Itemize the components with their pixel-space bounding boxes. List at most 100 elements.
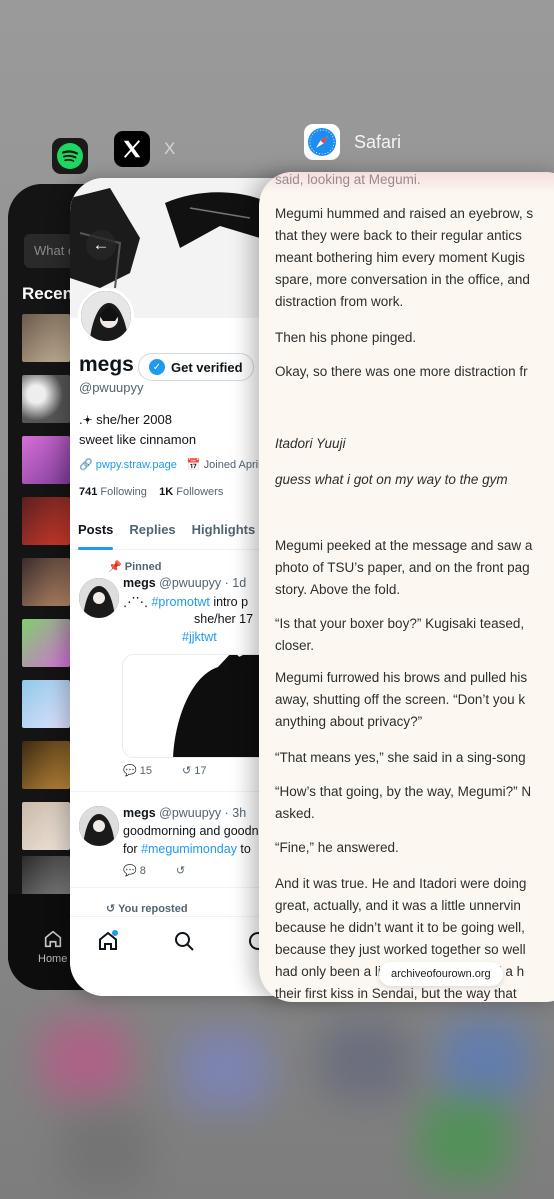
tweet-text-rest: intro p (209, 595, 249, 609)
safari-url-pill[interactable]: archiveofourown.org (379, 962, 503, 986)
x-logo-icon (114, 131, 150, 167)
text-line: guess what i got on my way to the gym (275, 472, 508, 487)
spotify-icon (52, 138, 88, 174)
tweet-actions: 💬 8 ↺ (123, 864, 185, 877)
safari-label-text: Safari (354, 131, 402, 152)
tweet-author[interactable]: megs @pwuupyy · 1d (123, 576, 246, 590)
tweet-handle-time: @pwuupyy · 3h (159, 806, 247, 820)
link-icon: 🔗 (79, 459, 93, 471)
back-arrow-icon[interactable]: ← (86, 230, 116, 260)
reposted-indicator: ↺ You reposted (106, 902, 188, 915)
spotify-home-tab[interactable]: Home (38, 928, 67, 965)
text-line: their first kiss in Sendai, but the way … (275, 986, 517, 1001)
reply-icon: 💬 (123, 765, 137, 777)
tweet-text-rest: to (236, 842, 251, 856)
text-line: that they were back to their regular ant… (275, 228, 522, 243)
album-cover[interactable] (22, 314, 70, 362)
tweet-author[interactable]: megs @pwuupyy · 3h (123, 806, 246, 820)
blurred-app-icon (320, 1020, 410, 1100)
text-line: “How’s that going, by the way, Megumi?” … (275, 784, 532, 799)
text-line: “Is that your boxer boy?” Kugisaki tease… (275, 616, 525, 631)
hashtag[interactable]: #jjktwt (182, 630, 217, 644)
text-line: great, actually, and it was a little unn… (275, 898, 521, 913)
tweet-text-line1: ⋰⋱ #promotwt intro p (123, 594, 248, 609)
reply-count: 15 (139, 765, 153, 777)
home-screen-blur (0, 1000, 554, 1199)
blurred-app-icon (440, 1020, 530, 1100)
tweet-author-name: megs (123, 576, 156, 590)
album-cover[interactable] (22, 680, 70, 728)
text-line: photo of TSU’s paper, and on the front p… (275, 560, 530, 575)
text-line: Then his phone pinged. (275, 330, 417, 345)
search-icon[interactable] (172, 929, 196, 953)
followers-link[interactable]: 1K Followers (159, 486, 223, 498)
tweet-text-line2: she/her 17 (194, 612, 254, 626)
tab-posts[interactable]: Posts (70, 514, 121, 550)
tweet-media-image[interactable] (122, 654, 282, 758)
safari-app-label[interactable]: Safari (304, 124, 401, 160)
text-line: anything about privacy?” (275, 714, 423, 729)
tab-highlights[interactable]: Highlights (184, 514, 264, 550)
text-line: Megumi furrowed his brows and pulled his (275, 670, 528, 685)
tweet-avatar[interactable] (79, 578, 119, 618)
tweet-avatar[interactable] (79, 806, 119, 846)
joined-date: 📅 Joined April (187, 458, 261, 471)
get-verified-button[interactable]: ✓ Get verified (138, 353, 254, 381)
profile-name: megs (79, 353, 134, 376)
profile-avatar[interactable] (78, 288, 134, 344)
text-line: “That means yes,” she said in a sing-son… (275, 750, 526, 765)
tweet-text-line2: for #megumimonday to (123, 842, 251, 856)
tweet-text-prefix: ⋰⋱ (123, 595, 152, 609)
tab-replies[interactable]: Replies (121, 514, 183, 550)
calendar-icon: 📅 (186, 459, 201, 471)
profile-bio-line2: sweet like cinnamon (79, 432, 197, 447)
tweet-text-prefix: for (123, 842, 142, 856)
safari-app-card[interactable]: said, looking at Megumi. Megumi hummed a… (259, 172, 554, 1002)
text-line: Okay, so there was one more distraction … (275, 364, 528, 379)
text-line: And it was true. He and Itadori were doi… (275, 876, 527, 891)
text-line: “Fine,” he answered. (275, 840, 399, 855)
album-cover[interactable] (22, 375, 70, 423)
profile-link-text: pwpy.straw.page (95, 459, 177, 471)
album-cover[interactable] (22, 497, 70, 545)
album-cover[interactable] (22, 741, 70, 789)
text-line: said, looking at Megumi. (275, 172, 421, 187)
profile-link[interactable]: 🔗 pwpy.straw.page (79, 458, 177, 471)
get-verified-label: Get verified (171, 359, 243, 375)
text-line: Megumi hummed and raised an eyebrow, s (275, 206, 534, 221)
text-line: story. Above the fold. (275, 582, 401, 597)
blurred-app-icon (180, 1030, 270, 1110)
blurred-app-icon (420, 1100, 510, 1180)
x-label-text: X (164, 139, 176, 158)
followers-count: 1K (159, 486, 174, 498)
tweet-text-line1: goodmorning and goodn (123, 824, 259, 838)
text-line: meant bothering him every moment Kugis (275, 250, 525, 265)
following-count: 741 (79, 486, 98, 498)
repost-icon: ↺ (106, 903, 116, 915)
following-link[interactable]: 741 Following (79, 486, 147, 498)
reply-button[interactable]: 💬 15 (123, 764, 152, 777)
repost-button[interactable]: ↺ (176, 864, 185, 877)
album-cover[interactable] (22, 619, 70, 667)
pinned-label: Pinned (124, 561, 162, 573)
reply-button[interactable]: 💬 8 (123, 864, 146, 877)
reply-icon: 💬 (123, 865, 137, 877)
album-cover[interactable] (22, 802, 70, 850)
spotify-app-label[interactable] (52, 138, 102, 174)
text-line: away, shutting off the screen. “Don’t yo… (275, 692, 526, 707)
repost-button[interactable]: ↺ 17 (182, 764, 207, 777)
hashtag[interactable]: #megumimonday (141, 842, 237, 856)
text-line: distraction from work. (275, 294, 404, 309)
album-cover[interactable] (22, 436, 70, 484)
album-cover[interactable] (22, 558, 70, 606)
safari-compass-icon (304, 124, 340, 160)
blurred-app-icon (60, 1110, 150, 1190)
following-label: Following (100, 486, 147, 498)
reply-count: 8 (139, 865, 146, 877)
home-icon[interactable] (96, 929, 120, 953)
pin-icon: 📌 (108, 561, 122, 573)
followers-label: Followers (176, 486, 224, 498)
x-app-label[interactable]: X (114, 131, 175, 167)
hashtag[interactable]: #promotwt (151, 595, 209, 609)
tweet-handle-time: @pwuupyy · 1d (159, 576, 247, 590)
